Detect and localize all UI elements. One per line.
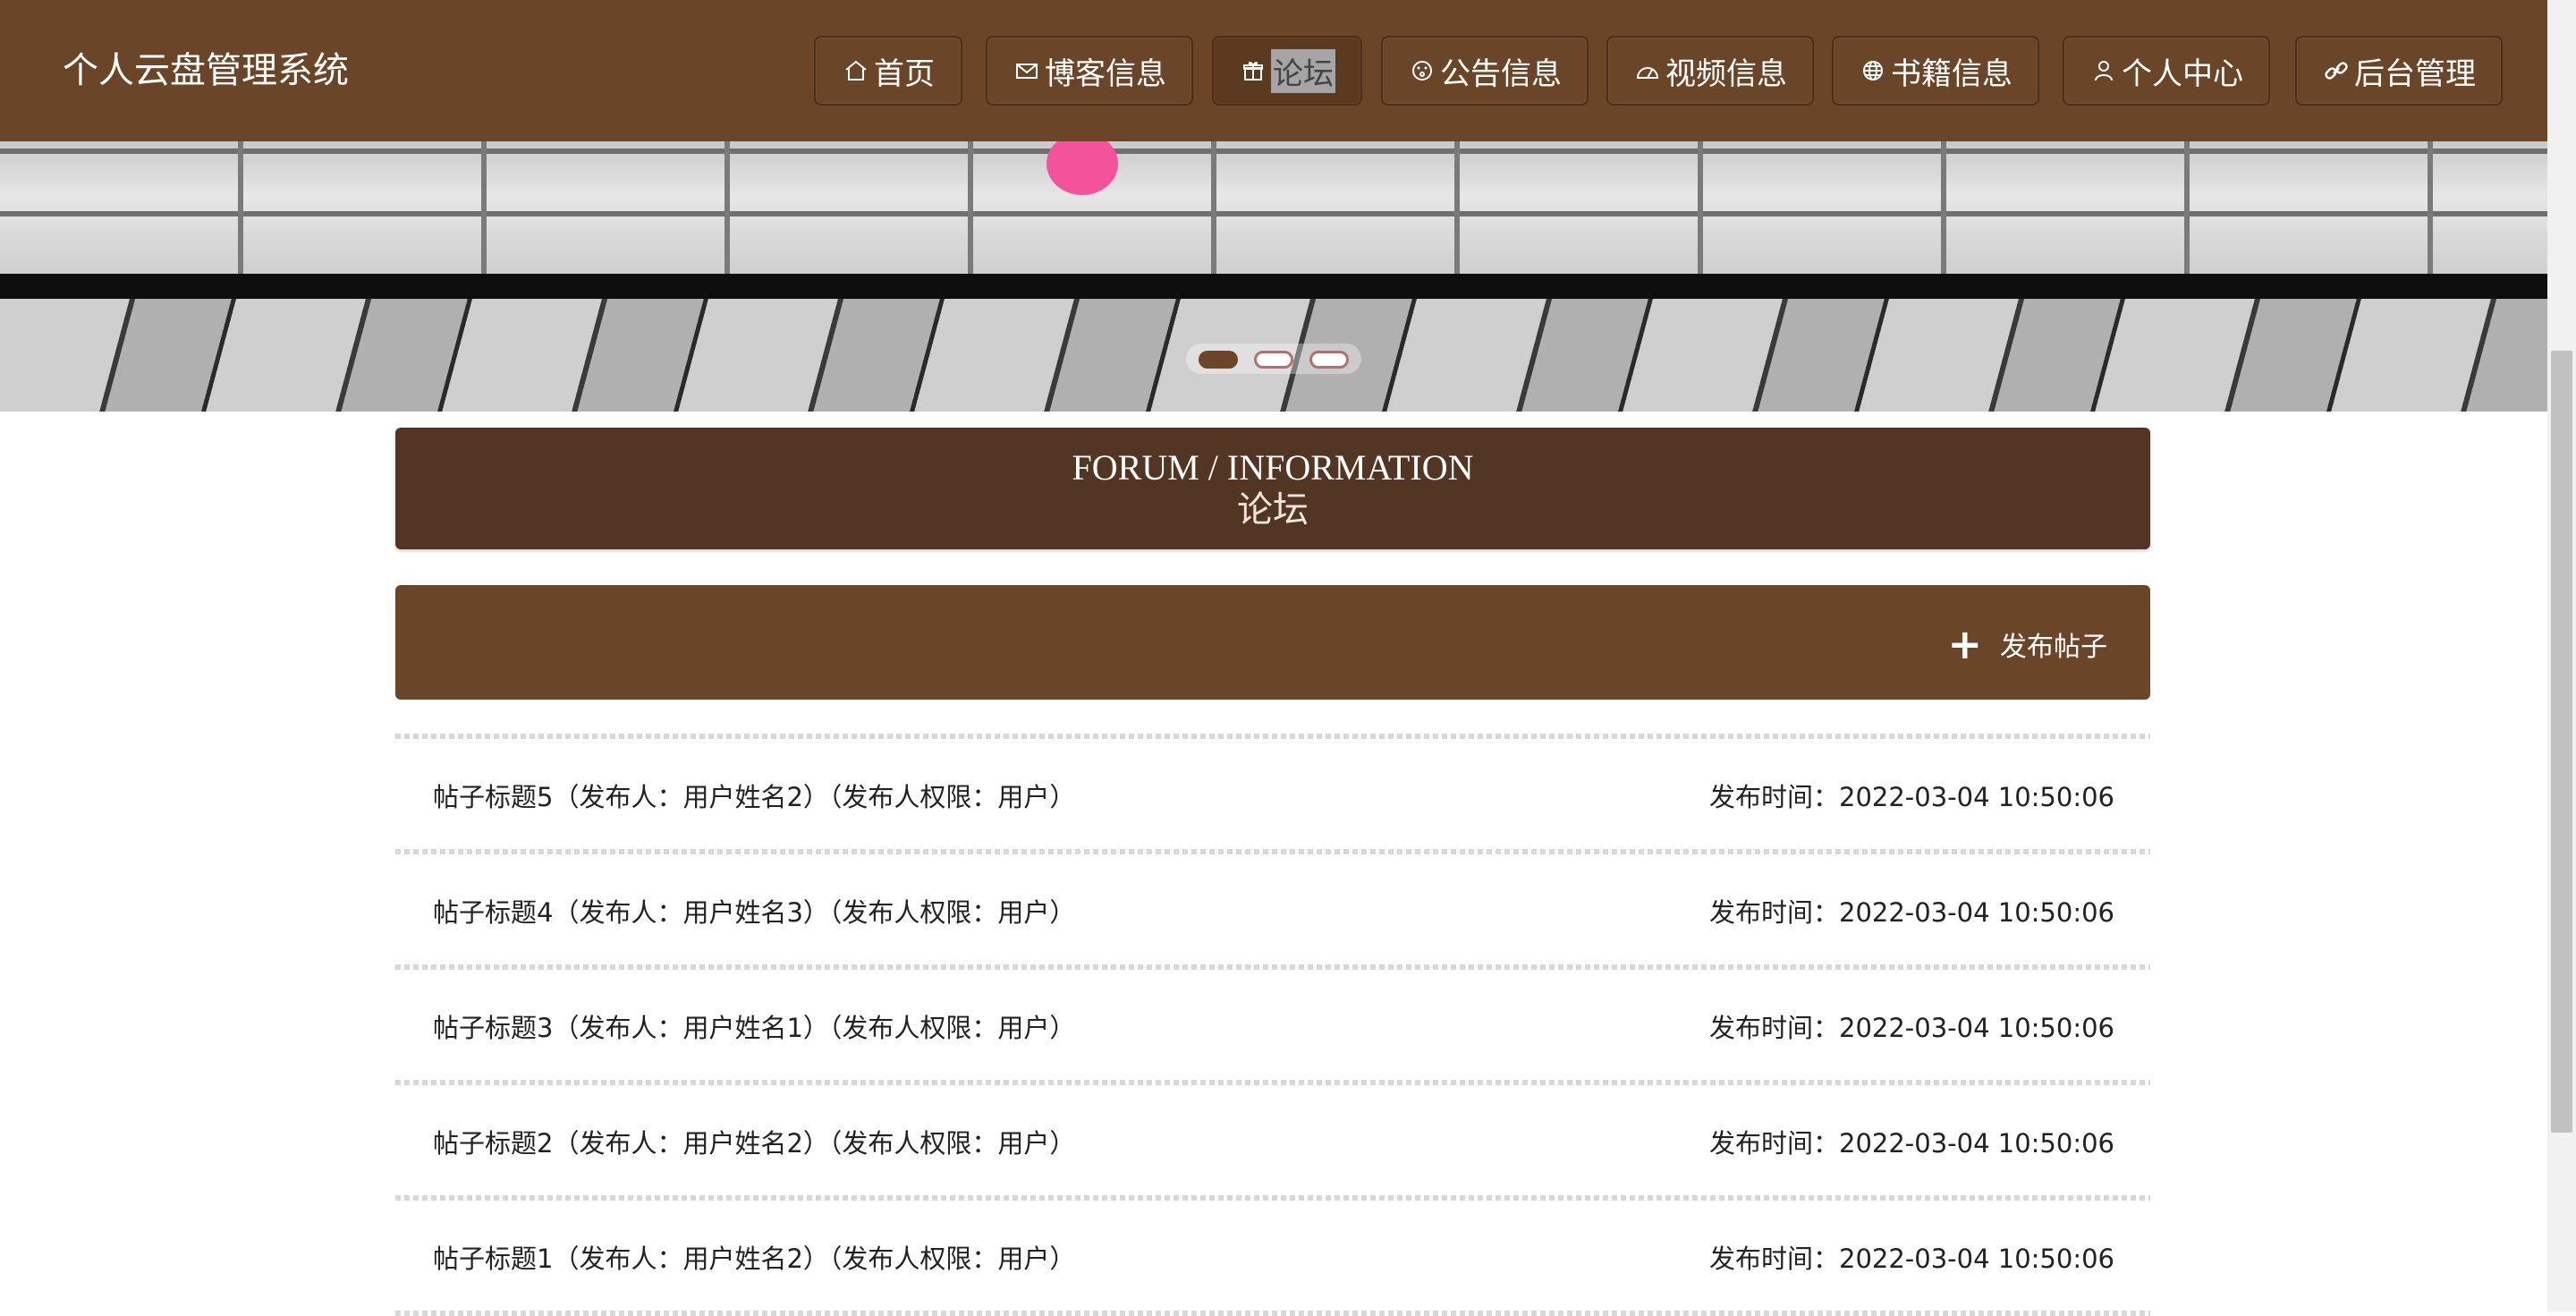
list-item[interactable]: 帖子标题2（发布人：用户姓名2）（发布人权限：用户） 发布时间：2022-03-… (395, 1085, 2150, 1195)
list-item[interactable]: 帖子标题5（发布人：用户姓名2）（发布人权限：用户） 发布时间：2022-03-… (395, 739, 2150, 849)
top-navbar: 个人云盘管理系统 首页 博客信息 论坛 公告信息 视频信息 书籍信息 个人中心 … (0, 0, 2547, 141)
post-list: 帖子标题5（发布人：用户姓名2）（发布人权限：用户） 发布时间：2022-03-… (395, 734, 2150, 1316)
carousel-dot-2[interactable] (1254, 351, 1293, 369)
gift-icon (1239, 56, 1267, 85)
forum-action-bar: + 发布帖子 (395, 585, 2150, 700)
post-title[interactable]: 帖子标题4（发布人：用户姓名3）（发布人权限：用户） (433, 892, 1075, 930)
post-time: 发布时间：2022-03-04 10:50:06 (1709, 897, 2114, 928)
smile-icon (1408, 56, 1436, 85)
post-time: 发布时间：2022-03-04 10:50:06 (1709, 1013, 2114, 1043)
list-item[interactable]: 帖子标题1（发布人：用户姓名2）（发布人权限：用户） 发布时间：2022-03-… (395, 1201, 2150, 1311)
section-title-en: FORUM / INFORMATION (1072, 447, 1474, 488)
list-item[interactable]: 帖子标题3（发布人：用户姓名1）（发布人权限：用户） 发布时间：2022-03-… (395, 970, 2150, 1080)
nav-video[interactable]: 视频信息 (1606, 36, 1814, 106)
post-title[interactable]: 帖子标题5（发布人：用户姓名2）（发布人权限：用户） (433, 777, 1075, 814)
nav-books[interactable]: 书籍信息 (1832, 36, 2039, 106)
carousel-dot-1[interactable] (1199, 351, 1238, 369)
nav-blog-label: 博客信息 (1045, 55, 1166, 92)
user-icon (2089, 56, 2118, 85)
link-icon (2322, 56, 2351, 85)
publish-post-button[interactable]: + 发布帖子 (1947, 620, 2107, 668)
section-title-box: FORUM / INFORMATION 论坛 (395, 428, 2150, 549)
site-brand[interactable]: 个人云盘管理系统 (63, 47, 349, 95)
section-title-cn: 论坛 (1237, 489, 1309, 531)
banner-ledge (0, 274, 2547, 299)
nav-admin[interactable]: 后台管理 (2295, 36, 2503, 106)
post-title[interactable]: 帖子标题1（发布人：用户姓名2）（发布人权限：用户） (433, 1238, 1075, 1276)
nav-profile[interactable]: 个人中心 (2063, 36, 2270, 106)
post-title[interactable]: 帖子标题3（发布人：用户姓名1）（发布人权限：用户） (433, 1007, 1075, 1045)
globe-icon (1859, 56, 1887, 85)
nav-notice[interactable]: 公告信息 (1381, 36, 1589, 106)
nav-forum-label: 论坛 (1271, 48, 1335, 93)
scrollbar-thumb[interactable] (2551, 351, 2572, 1133)
nav-admin-label: 后台管理 (2354, 55, 2476, 92)
nav-video-label: 视频信息 (1665, 55, 1787, 92)
nav-blog[interactable]: 博客信息 (986, 36, 1193, 106)
mail-icon (1013, 56, 1041, 85)
post-title[interactable]: 帖子标题2（发布人：用户姓名2）（发布人权限：用户） (433, 1123, 1075, 1160)
carousel-dot-3[interactable] (1309, 351, 1349, 369)
post-time: 发布时间：2022-03-04 10:50:06 (1709, 1128, 2114, 1159)
banner-carousel (0, 141, 2547, 412)
post-time: 发布时间：2022-03-04 10:50:06 (1709, 1244, 2114, 1274)
gauge-icon (1633, 56, 1662, 85)
plus-icon: + (1947, 620, 1982, 668)
nav-home[interactable]: 首页 (814, 36, 962, 106)
publish-post-label: 发布帖子 (2000, 632, 2107, 663)
list-item[interactable]: 帖子标题4（发布人：用户姓名3）（发布人权限：用户） 发布时间：2022-03-… (395, 854, 2150, 964)
carousel-indicators (1186, 344, 1361, 374)
nav-books-label: 书籍信息 (1891, 55, 2012, 92)
home-icon (842, 56, 870, 85)
post-time: 发布时间：2022-03-04 10:50:06 (1709, 782, 2114, 812)
nav-home-label: 首页 (874, 55, 935, 92)
banner-brick-wall (0, 141, 2547, 274)
nav-notice-label: 公告信息 (1440, 55, 1562, 92)
page-scrollbar[interactable] (2547, 0, 2576, 1312)
nav-profile-label: 个人中心 (2122, 55, 2243, 92)
nav-forum[interactable]: 论坛 (1212, 36, 1362, 106)
